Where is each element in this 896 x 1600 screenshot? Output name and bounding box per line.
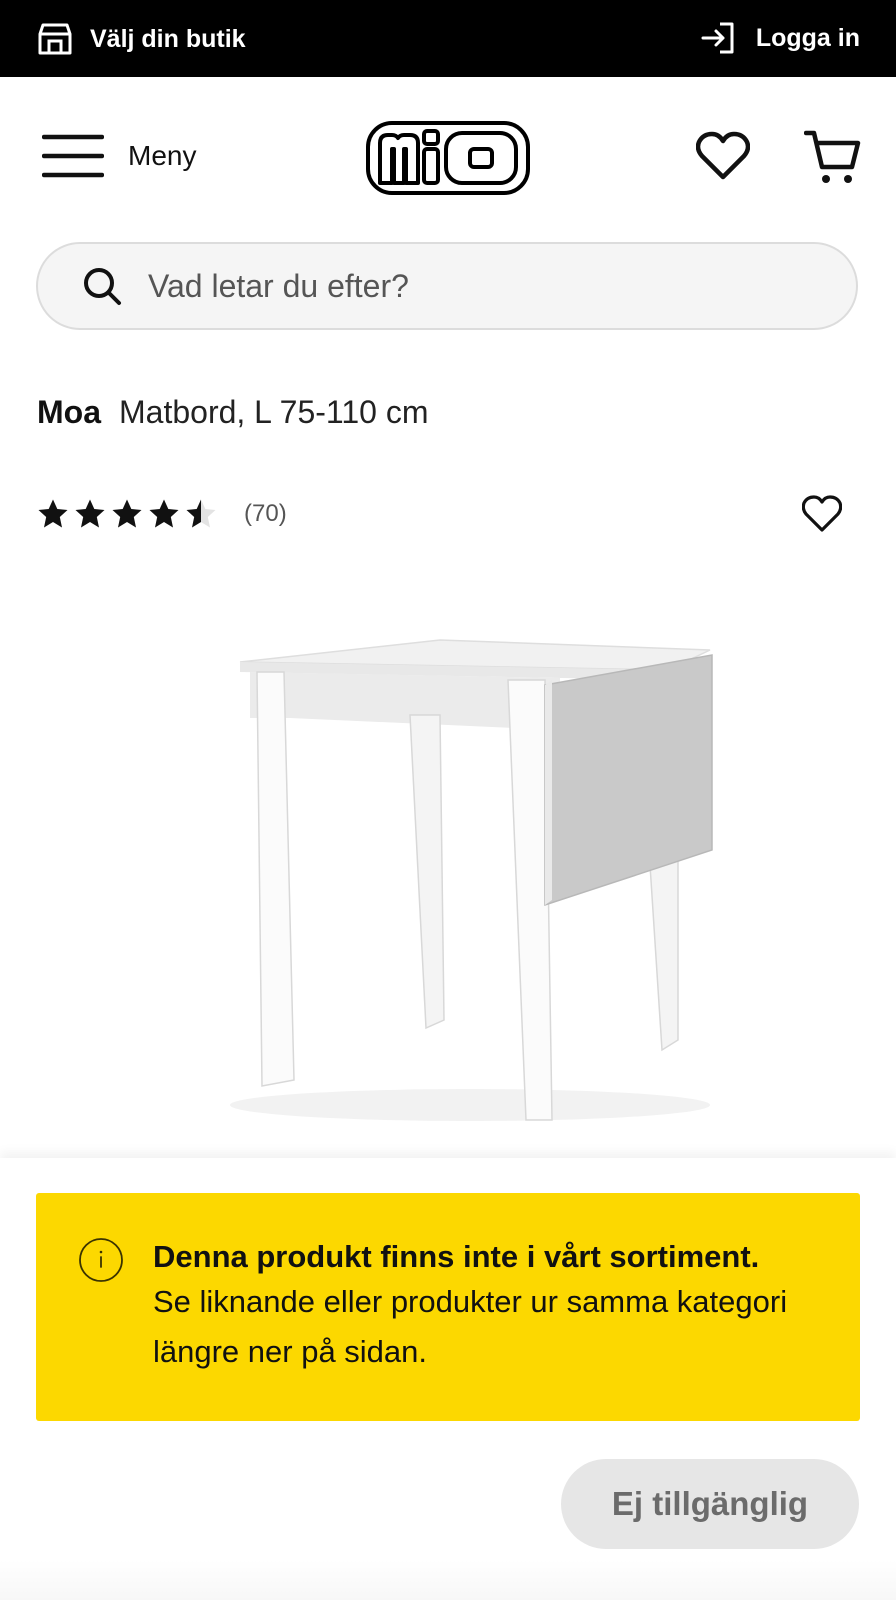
notice-title: Denna produkt finns inte i vårt sortimen… [153, 1239, 760, 1274]
choose-store-label: Välj din butik [90, 24, 246, 53]
choose-store-link[interactable]: Välj din butik [36, 20, 246, 58]
login-icon [701, 22, 734, 54]
star-icon [75, 499, 105, 528]
search-input[interactable] [146, 266, 790, 306]
product-image[interactable] [200, 600, 740, 1140]
rating-stars [37, 498, 222, 530]
site-header: Meny [0, 77, 896, 237]
notice-text: Denna produkt finns inte i vårt sortimen… [153, 1237, 843, 1377]
login-label: Logga in [755, 23, 860, 52]
cart-icon[interactable] [804, 129, 862, 187]
star-icon [112, 499, 142, 528]
store-icon [38, 23, 72, 55]
unavailable-button[interactable]: Ej tillgänglig [561, 1459, 859, 1549]
search-icon [84, 268, 121, 305]
star-icon [38, 499, 68, 528]
search-bar[interactable] [36, 242, 858, 330]
star-icon [186, 499, 216, 528]
menu-label: Meny [128, 140, 197, 171]
bottom-fade [0, 1560, 896, 1600]
product-title: Moa Matbord, L 75-110 cm [37, 394, 428, 431]
info-icon [79, 1238, 123, 1282]
notice-body: Se liknande eller produkter ur samma kat… [153, 1284, 788, 1369]
menu-button[interactable]: Meny [42, 133, 196, 179]
add-to-wishlist-heart-icon[interactable] [802, 495, 842, 533]
hamburger-icon [42, 134, 104, 178]
mio-logo[interactable] [366, 121, 530, 195]
product-rating[interactable]: (70) [37, 498, 287, 530]
wishlist-heart-icon[interactable] [696, 131, 750, 181]
product-description: Matbord, L 75-110 cm [119, 394, 429, 430]
discontinued-notice: Denna produkt finns inte i vårt sortimen… [36, 1193, 860, 1421]
review-count: (70) [244, 500, 287, 527]
login-link[interactable]: Logga in [700, 20, 860, 56]
product-brand: Moa [37, 394, 101, 430]
star-icon [149, 499, 179, 528]
top-bar: Välj din butik Logga in [0, 0, 896, 77]
